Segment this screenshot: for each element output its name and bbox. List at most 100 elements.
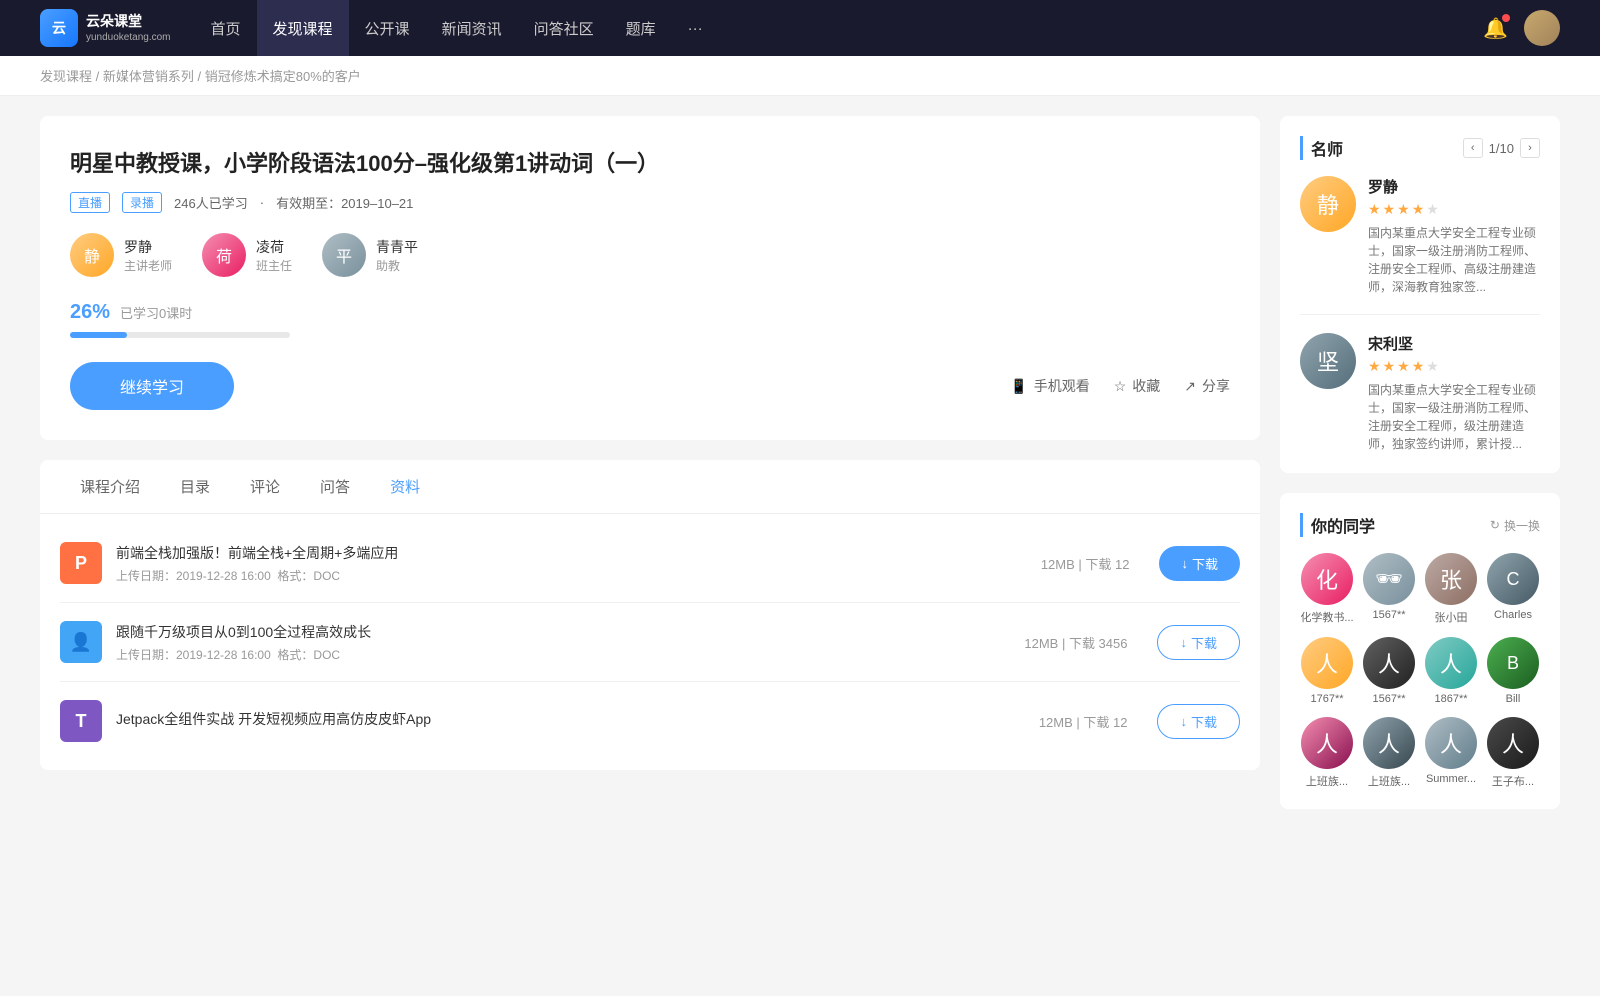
next-page-button[interactable]: ›: [1520, 138, 1540, 158]
classmate-4[interactable]: 人 1767**: [1300, 637, 1354, 705]
progress-bar-fill: [70, 332, 127, 338]
tab-qa[interactable]: 问答: [300, 460, 370, 513]
phone-watch-button[interactable]: 📱 手机观看: [1010, 376, 1089, 396]
valid-until: 有效期至：2019–10–21: [276, 193, 413, 212]
teachers-list: 静 罗静 主讲老师 荷 凌荷 班主任 平 青青平: [70, 233, 1230, 277]
classmates-title: 你的同学: [1300, 513, 1375, 537]
refresh-icon: ↻: [1490, 518, 1500, 532]
star-icon: ☆: [1114, 378, 1127, 395]
classmate-9[interactable]: 人 上班族...: [1362, 717, 1416, 789]
course-meta: 直播 录播 246人已学习 · 有效期至：2019–10–21: [70, 192, 1230, 213]
nav-item-home[interactable]: 首页: [195, 0, 257, 56]
breadcrumb-current: 销冠修炼术搞定80%的客户: [205, 69, 361, 84]
teacher-1-avatar: 荷: [202, 233, 246, 277]
teacher-0: 静 罗静 主讲老师: [70, 233, 172, 277]
navigation: 云 云朵课堂 yunduoketang.com 首页 发现课程 公开课 新闻资讯…: [0, 0, 1600, 56]
download-button-0[interactable]: ↓ 下载: [1159, 546, 1240, 581]
course-card: 明星中教授课，小学阶段语法100分–强化级第1讲动词（一） 直播 录播 246人…: [40, 116, 1260, 440]
file-stats-2: 12MB | 下载 12: [1039, 712, 1128, 731]
tab-catalog[interactable]: 目录: [160, 460, 230, 513]
logo-icon: 云: [40, 9, 78, 47]
tab-intro[interactable]: 课程介绍: [60, 460, 160, 513]
teacher-1: 荷 凌荷 班主任: [202, 233, 292, 277]
page-info: 1/10: [1489, 141, 1514, 156]
classmate-0[interactable]: 化 化学教书...: [1300, 553, 1354, 625]
teacher-1-name: 凌荷: [256, 237, 292, 257]
classmate-5[interactable]: 人 1567**: [1362, 637, 1416, 705]
classmate-7-name: Bill: [1506, 693, 1521, 705]
classmate-8[interactable]: 人 上班族...: [1300, 717, 1354, 789]
share-button[interactable]: ↗ 分享: [1184, 376, 1230, 396]
teacher-2-role: 助教: [376, 257, 418, 274]
progress-section: 26% 已学习0课时: [70, 301, 1230, 338]
sidebar-teacher-0-desc: 国内某重点大学安全工程专业硕士，国家一级注册消防工程师、注册安全工程师、高级注册…: [1368, 224, 1540, 296]
refresh-button[interactable]: ↻ 换一换: [1490, 517, 1540, 534]
classmate-1[interactable]: 🕶 1567**: [1362, 553, 1416, 625]
collect-button[interactable]: ☆ 收藏: [1114, 376, 1161, 396]
user-avatar[interactable]: [1524, 10, 1560, 46]
classmate-3-name: Charles: [1494, 609, 1532, 621]
classmate-9-name: 上班族...: [1368, 773, 1410, 789]
teacher-1-role: 班主任: [256, 257, 292, 274]
nav-item-quiz[interactable]: 题库: [610, 0, 672, 56]
student-count: 246人已学习: [174, 193, 248, 212]
sidebar-teacher-1-name: 宋利坚: [1368, 333, 1540, 354]
classmate-6-name: 1867**: [1434, 693, 1467, 705]
nav-logo[interactable]: 云 云朵课堂 yunduoketang.com: [40, 9, 171, 47]
download-button-1[interactable]: ↓ 下载: [1157, 625, 1240, 660]
teacher-pagination: ‹ 1/10 ›: [1463, 138, 1540, 158]
nav-item-news[interactable]: 新闻资讯: [426, 0, 518, 56]
breadcrumb-discover[interactable]: 发现课程: [40, 69, 92, 84]
classmate-0-name: 化学教书...: [1300, 609, 1353, 625]
sidebar-teacher-1: 坚 宋利坚 ★★★★★ 国内某重点大学安全工程专业硕士，国家一级注册消防工程师、…: [1300, 333, 1540, 453]
nav-item-discover[interactable]: 发现课程: [257, 0, 349, 56]
classmate-8-name: 上班族...: [1306, 773, 1348, 789]
classmates-card: 你的同学 ↻ 换一换 化 化学教书... 🕶 1567** 张 张小田: [1280, 493, 1560, 809]
file-item-1: 👤 跟随千万级项目从0到100全过程高效成长 上传日期：2019-12-28 1…: [60, 603, 1240, 682]
file-info-2: Jetpack全组件实战 开发短视频应用高仿皮皮虾App: [116, 709, 1025, 733]
classmate-7[interactable]: B Bill: [1486, 637, 1540, 705]
logo-text: 云朵课堂 yunduoketang.com: [86, 12, 171, 43]
classmate-3[interactable]: C Charles: [1486, 553, 1540, 625]
teacher-2-avatar: 平: [322, 233, 366, 277]
continue-study-button[interactable]: 继续学习: [70, 362, 234, 410]
badge-record: 录播: [122, 192, 162, 213]
prev-page-button[interactable]: ‹: [1463, 138, 1483, 158]
classmate-6[interactable]: 人 1867**: [1424, 637, 1478, 705]
download-icon-2: ↓: [1180, 714, 1187, 729]
classmate-11[interactable]: 人 王子布...: [1486, 717, 1540, 789]
file-name-2: Jetpack全组件实战 开发短视频应用高仿皮皮虾App: [116, 709, 1025, 729]
file-item-0: P 前端全栈加强版！前端全栈+全周期+多端应用 上传日期：2019-12-28 …: [60, 524, 1240, 603]
classmate-11-name: 王子布...: [1492, 773, 1534, 789]
notification-bell[interactable]: 🔔: [1483, 16, 1508, 41]
course-title: 明星中教授课，小学阶段语法100分–强化级第1讲动词（一）: [70, 146, 1230, 178]
classmate-4-name: 1767**: [1310, 693, 1343, 705]
tab-materials[interactable]: 资料: [370, 460, 440, 513]
progress-percent: 26%: [70, 301, 110, 324]
breadcrumb-series[interactable]: 新媒体营销系列: [103, 69, 194, 84]
nav-item-open[interactable]: 公开课: [349, 0, 426, 56]
nav-item-more[interactable]: ···: [672, 0, 719, 56]
nav-item-qa[interactable]: 问答社区: [518, 0, 610, 56]
file-info-1: 跟随千万级项目从0到100全过程高效成长 上传日期：2019-12-28 16:…: [116, 622, 1010, 663]
sidebar-teacher-0: 静 罗静 ★★★★★ 国内某重点大学安全工程专业硕士，国家一级注册消防工程师、注…: [1300, 176, 1540, 296]
sidebar-teacher-0-name: 罗静: [1368, 176, 1540, 197]
classmate-10[interactable]: 人 Summer...: [1424, 717, 1478, 789]
download-icon-1: ↓: [1180, 635, 1187, 650]
file-stats-0: 12MB | 下载 12: [1041, 554, 1130, 573]
download-icon-0: ↓: [1181, 556, 1188, 571]
classmate-2[interactable]: 张 张小田: [1424, 553, 1478, 625]
download-button-2[interactable]: ↓ 下载: [1157, 704, 1240, 739]
tab-review[interactable]: 评论: [230, 460, 300, 513]
breadcrumb: 发现课程 / 新媒体营销系列 / 销冠修炼术搞定80%的客户: [0, 56, 1600, 96]
tabs-card: 课程介绍 目录 评论 问答 资料 P 前端全栈加强版！前端全栈+全周期+多端应用…: [40, 460, 1260, 770]
separator-dot: ·: [260, 195, 264, 210]
classmate-2-name: 张小田: [1435, 609, 1468, 625]
classmate-10-name: Summer...: [1426, 773, 1476, 785]
course-actions: 继续学习 📱 手机观看 ☆ 收藏 ↗ 分享: [70, 362, 1230, 410]
teacher-0-name: 罗静: [124, 237, 172, 257]
file-name-1: 跟随千万级项目从0到100全过程高效成长: [116, 622, 1010, 642]
teacher-0-role: 主讲老师: [124, 257, 172, 274]
teacher-sidebar-title: 名师: [1300, 136, 1343, 160]
sidebar-teacher-1-avatar: 坚: [1300, 333, 1356, 389]
